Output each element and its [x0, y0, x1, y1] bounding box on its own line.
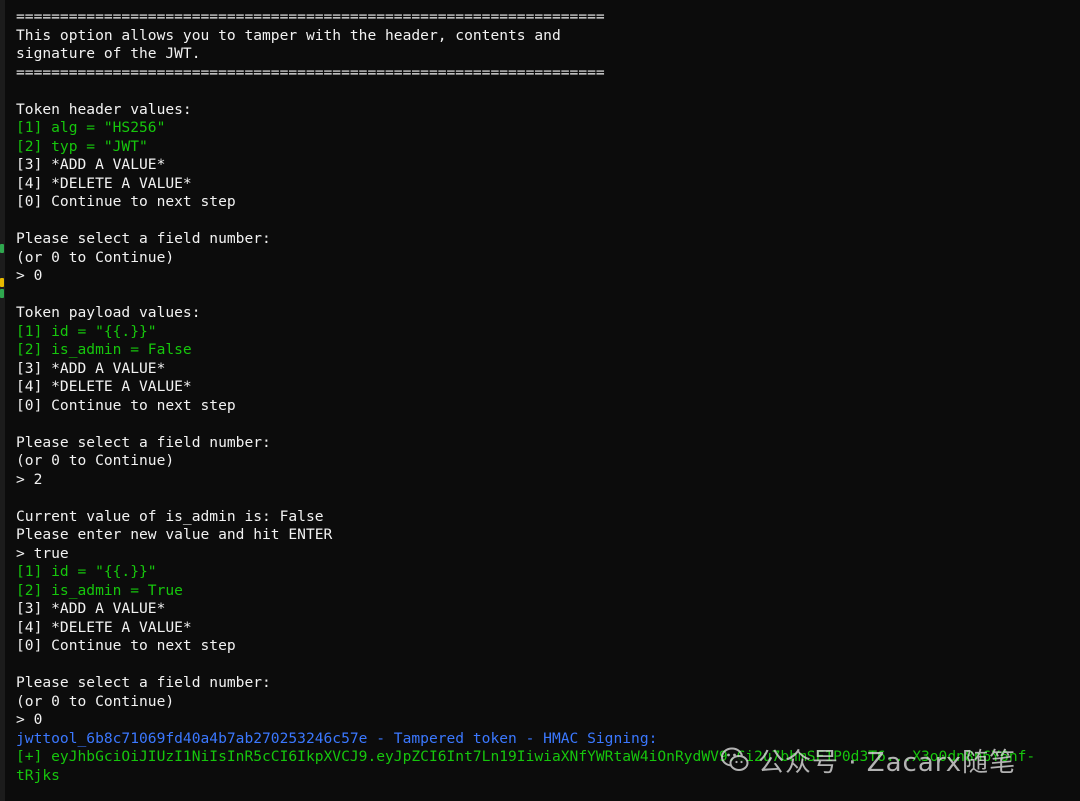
edge-marker-green — [0, 244, 4, 253]
terminal-line: [3] *ADD A VALUE* — [16, 359, 166, 377]
terminal-line: [2] is_admin = False — [16, 341, 192, 358]
terminal-line: (or 0 to Continue) — [16, 692, 175, 710]
watermark-text: 公众号 · Zacarx随笔 — [758, 747, 1017, 778]
terminal-line: [4] *DELETE A VALUE* — [16, 378, 192, 395]
terminal-line: [3] *ADD A VALUE* — [16, 156, 166, 173]
terminal-line: [3] *ADD A VALUE* — [16, 600, 166, 617]
terminal-line: [1] id = "{{.}}" — [16, 322, 157, 340]
terminal-line: ========================================… — [16, 63, 605, 81]
terminal-line: [2] typ = "JWT" — [16, 137, 148, 155]
watermark: 公众号 · Zacarx随笔 — [720, 740, 1016, 780]
terminal-line: signature of the JWT. — [16, 45, 201, 62]
terminal-line: > 0 — [16, 711, 43, 728]
terminal-line: [0] Continue to next step — [16, 637, 236, 654]
terminal-line: (or 0 to Continue) — [16, 248, 175, 266]
terminal-line: > 2 — [16, 470, 43, 488]
terminal-line: Current value of is_admin is: False — [16, 507, 324, 525]
terminal-output: ========================================… — [16, 8, 1074, 785]
terminal-line: Please select a field number: — [16, 433, 271, 451]
terminal-line: [4] *DELETE A VALUE* — [16, 174, 192, 192]
terminal-line: Please select a field number: — [16, 230, 271, 247]
edge-marker-green-2 — [0, 289, 4, 298]
wechat-icon — [721, 747, 749, 771]
terminal-line: Please select a field number: — [16, 674, 271, 691]
terminal-line: [1] id = "{{.}}" — [16, 563, 157, 580]
terminal-line: [2] is_admin = True — [16, 581, 183, 599]
edge-marker-yellow — [0, 278, 4, 287]
terminal-line: [0] Continue to next step — [16, 396, 236, 414]
terminal-window[interactable]: ========================================… — [0, 0, 1080, 801]
terminal-line: ========================================… — [16, 8, 605, 25]
terminal-line: > 0 — [16, 267, 43, 284]
terminal-line: Token payload values: — [16, 304, 201, 321]
terminal-line: (or 0 to Continue) — [16, 452, 175, 469]
terminal-line: > true — [16, 544, 69, 562]
terminal-line: [1] alg = "HS256" — [16, 119, 166, 136]
left-edge-strip — [0, 0, 5, 801]
terminal-line: Please enter new value and hit ENTER — [16, 526, 333, 543]
terminal-line: Token header values: — [16, 100, 192, 118]
terminal-line: [0] Continue to next step — [16, 193, 236, 210]
terminal-line: This option allows you to tamper with th… — [16, 26, 561, 44]
terminal-line: [4] *DELETE A VALUE* — [16, 618, 192, 636]
